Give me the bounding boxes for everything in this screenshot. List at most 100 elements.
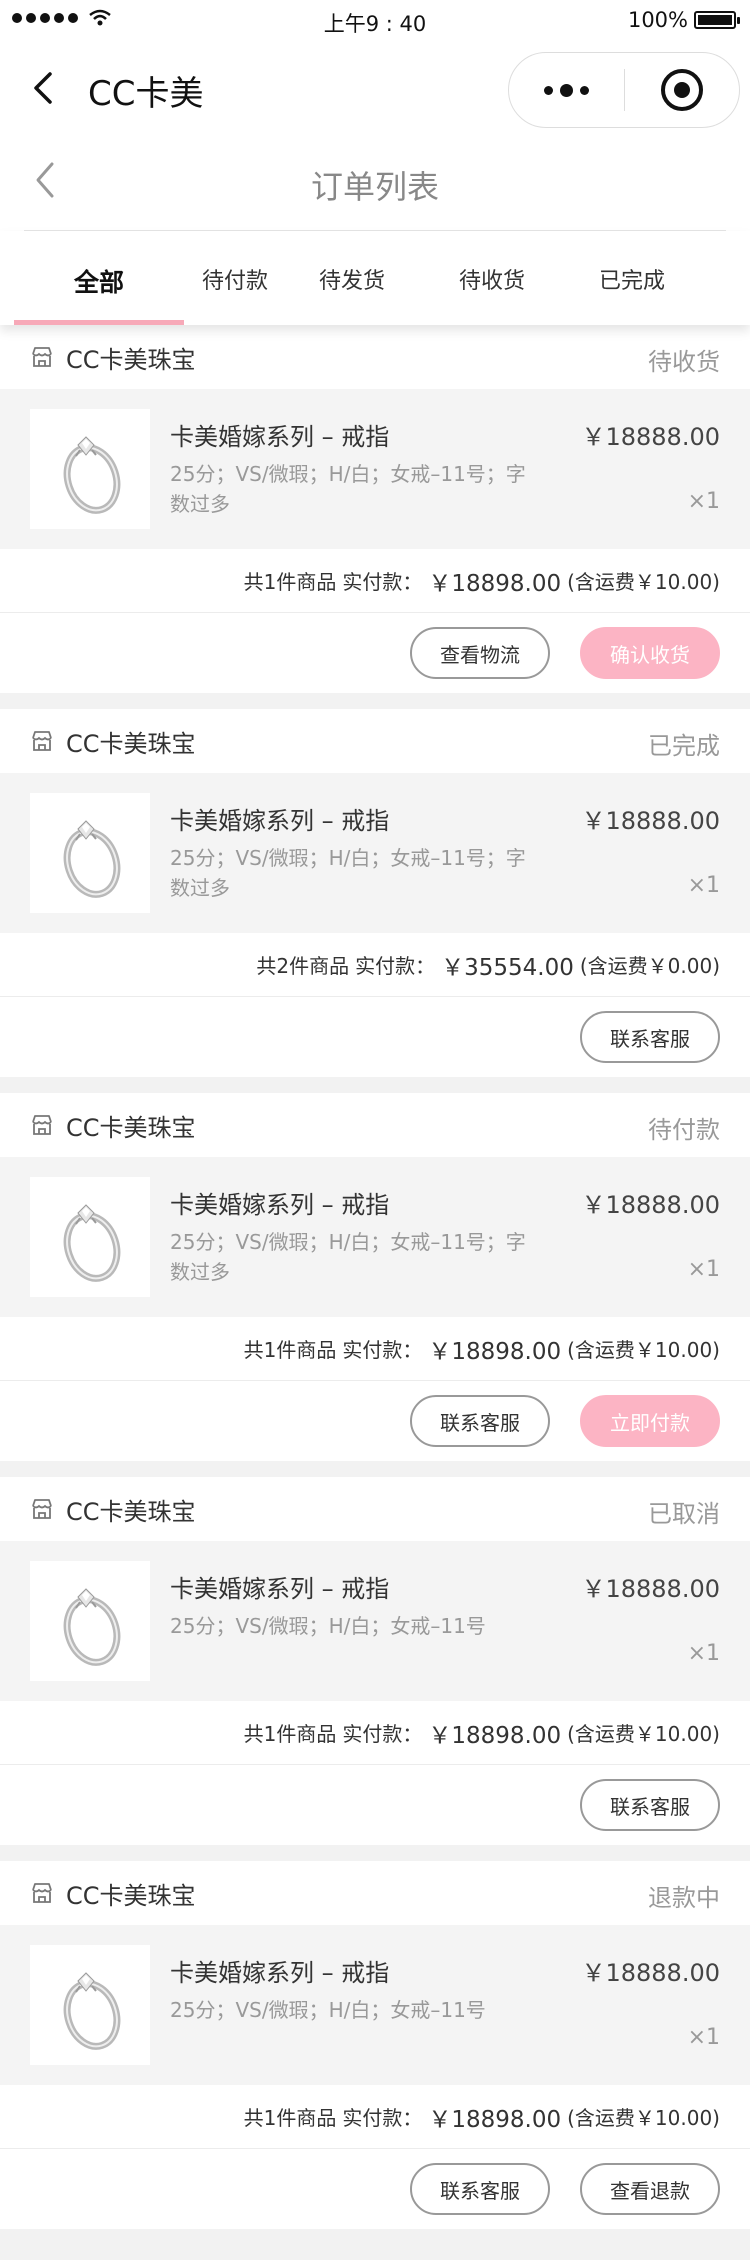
product-image <box>30 409 150 529</box>
order-card: CC卡美珠宝 待付款 卡美婚嫁系列 – 戒指 25分；VS/微瑕；H/白；女戒–… <box>0 1093 750 1461</box>
order-actions: 联系客服 立即付款 <box>0 1381 750 1461</box>
order-header: CC卡美珠宝 已完成 <box>0 709 750 773</box>
product-name: 卡美婚嫁系列 – 戒指 <box>170 1575 390 1603</box>
product-image <box>30 1561 150 1681</box>
tab-completed[interactable]: 已完成 <box>552 231 712 325</box>
view-refund-button[interactable]: 查看退款 <box>580 2163 720 2215</box>
product-spec: 25分；VS/微瑕；H/白；女戒–11号；字数过多 <box>170 846 526 900</box>
battery-percent: 100% <box>627 8 688 32</box>
paid-amount: ￥18898.00 <box>428 1338 562 1365</box>
contact-service-button[interactable]: 联系客服 <box>580 1011 720 1063</box>
paid-amount: ￥35554.00 <box>441 954 574 981</box>
contact-service-button[interactable]: 联系客服 <box>580 1779 720 1831</box>
order-card: CC卡美珠宝 待收货 卡美婚嫁系列 – 戒指 25分；VS/微瑕；H/白；女戒–… <box>0 325 750 693</box>
shipping-fee: (含运费￥0.00) <box>579 954 720 978</box>
product-price: ￥18888.00 <box>581 1575 720 1603</box>
product-quantity: ×1 <box>687 1257 720 1282</box>
order-status: 待付款 <box>648 1116 720 1144</box>
order-header: CC卡美珠宝 退款中 <box>0 1861 750 1925</box>
order-status: 已取消 <box>648 1500 720 1528</box>
ring-image <box>63 820 121 898</box>
order-card: CC卡美珠宝 已取消 卡美婚嫁系列 – 戒指 25分；VS/微瑕；H/白；女戒–… <box>0 1477 750 1845</box>
store-icon <box>32 731 52 751</box>
order-item[interactable]: 卡美婚嫁系列 – 戒指 25分；VS/微瑕；H/白；女戒–11号；字数过多 ￥1… <box>0 389 750 549</box>
item-count: 共1件商品 <box>243 1722 337 1746</box>
ring-image <box>63 1588 121 1666</box>
order-summary: 共1件商品 实付款： ￥18898.00 (含运费￥10.00) <box>0 2085 750 2149</box>
tab-pending-shipment[interactable]: 待发货 <box>272 231 432 325</box>
tab-pending-payment[interactable]: 待付款 <box>198 231 272 325</box>
shipping-fee: (含运费￥10.00) <box>567 2106 720 2130</box>
product-quantity: ×1 <box>687 1641 720 1666</box>
store-name[interactable]: CC卡美珠宝 <box>66 724 196 759</box>
store-name[interactable]: CC卡美珠宝 <box>66 340 196 375</box>
item-count: 共1件商品 <box>243 570 337 594</box>
store-icon <box>32 1883 52 1903</box>
order-actions: 联系客服 查看退款 <box>0 2149 750 2229</box>
item-count: 共1件商品 <box>243 1338 337 1362</box>
contact-service-button[interactable]: 联系客服 <box>410 1395 550 1447</box>
order-list: CC卡美珠宝 待收货 卡美婚嫁系列 – 戒指 25分；VS/微瑕；H/白；女戒–… <box>0 325 750 2229</box>
product-image <box>30 1177 150 1297</box>
product-quantity: ×1 <box>687 489 720 514</box>
shipping-fee: (含运费￥10.00) <box>567 570 720 594</box>
order-header: CC卡美珠宝 已取消 <box>0 1477 750 1541</box>
contact-service-button[interactable]: 联系客服 <box>410 2163 550 2215</box>
status-bar: 上午9 : 40 100% <box>0 0 750 40</box>
product-spec: 25分；VS/微瑕；H/白；女戒–11号 <box>170 1614 486 1638</box>
pay-now-button[interactable]: 立即付款 <box>580 1395 720 1447</box>
product-price: ￥18888.00 <box>581 807 720 835</box>
product-price: ￥18888.00 <box>581 1959 720 1987</box>
order-item[interactable]: 卡美婚嫁系列 – 戒指 25分；VS/微瑕；H/白；女戒–11号 ￥18888.… <box>0 1541 750 1701</box>
paid-label: 实付款： <box>342 1338 423 1362</box>
product-name: 卡美婚嫁系列 – 戒指 <box>170 1959 390 1987</box>
order-actions: 查看物流 确认收货 <box>0 613 750 693</box>
order-header: CC卡美珠宝 待付款 <box>0 1093 750 1157</box>
paid-label: 实付款： <box>342 570 423 594</box>
product-name: 卡美婚嫁系列 – 戒指 <box>170 807 390 835</box>
product-quantity: ×1 <box>687 873 720 898</box>
ring-image <box>63 1204 121 1282</box>
paid-label: 实付款： <box>355 954 436 978</box>
close-miniprogram-icon[interactable] <box>625 67 740 113</box>
product-spec: 25分；VS/微瑕；H/白；女戒–11号 <box>170 1998 486 2022</box>
order-summary: 共2件商品 实付款： ￥35554.00 (含运费￥0.00) <box>0 933 750 997</box>
product-spec: 25分；VS/微瑕；H/白；女戒–11号；字数过多 <box>170 1230 526 1284</box>
paid-amount: ￥18898.00 <box>428 2106 562 2133</box>
product-image <box>30 793 150 913</box>
store-name[interactable]: CC卡美珠宝 <box>66 1492 196 1527</box>
battery-area: 100% <box>627 8 740 32</box>
confirm-receipt-button[interactable]: 确认收货 <box>580 627 720 679</box>
order-item[interactable]: 卡美婚嫁系列 – 戒指 25分；VS/微瑕；H/白；女戒–11号 ￥18888.… <box>0 1925 750 2085</box>
store-name[interactable]: CC卡美珠宝 <box>66 1876 196 1911</box>
paid-label: 实付款： <box>342 1722 423 1746</box>
tab-all[interactable]: 全部 <box>0 231 198 325</box>
product-quantity: ×1 <box>687 2025 720 2050</box>
order-item[interactable]: 卡美婚嫁系列 – 戒指 25分；VS/微瑕；H/白；女戒–11号；字数过多 ￥1… <box>0 773 750 933</box>
ring-image <box>63 436 121 514</box>
order-status: 待收货 <box>648 348 720 376</box>
store-icon <box>32 347 52 367</box>
order-item[interactable]: 卡美婚嫁系列 – 戒指 25分；VS/微瑕；H/白；女戒–11号；字数过多 ￥1… <box>0 1157 750 1317</box>
store-icon <box>32 1115 52 1135</box>
product-price: ￥18888.00 <box>581 1191 720 1219</box>
more-options-icon[interactable] <box>509 83 624 97</box>
ring-image <box>63 1972 121 2050</box>
order-summary: 共1件商品 实付款： ￥18898.00 (含运费￥10.00) <box>0 549 750 613</box>
view-logistics-button[interactable]: 查看物流 <box>410 627 550 679</box>
tab-pending-receipt[interactable]: 待收货 <box>432 231 552 325</box>
shipping-fee: (含运费￥10.00) <box>567 1722 720 1746</box>
miniprogram-capsule <box>508 52 740 128</box>
product-spec: 25分；VS/微瑕；H/白；女戒–11号；字数过多 <box>170 462 526 516</box>
paid-amount: ￥18898.00 <box>428 1722 562 1749</box>
paid-amount: ￥18898.00 <box>428 570 562 597</box>
back-arrow-icon[interactable] <box>28 70 58 106</box>
order-status: 已完成 <box>648 732 720 760</box>
order-summary: 共1件商品 实付款： ￥18898.00 (含运费￥10.00) <box>0 1701 750 1765</box>
product-price: ￥18888.00 <box>581 423 720 451</box>
store-icon <box>32 1499 52 1519</box>
order-card: CC卡美珠宝 退款中 卡美婚嫁系列 – 戒指 25分；VS/微瑕；H/白；女戒–… <box>0 1861 750 2229</box>
item-count: 共1件商品 <box>243 2106 337 2130</box>
store-name[interactable]: CC卡美珠宝 <box>66 1108 196 1143</box>
product-image <box>30 1945 150 2065</box>
